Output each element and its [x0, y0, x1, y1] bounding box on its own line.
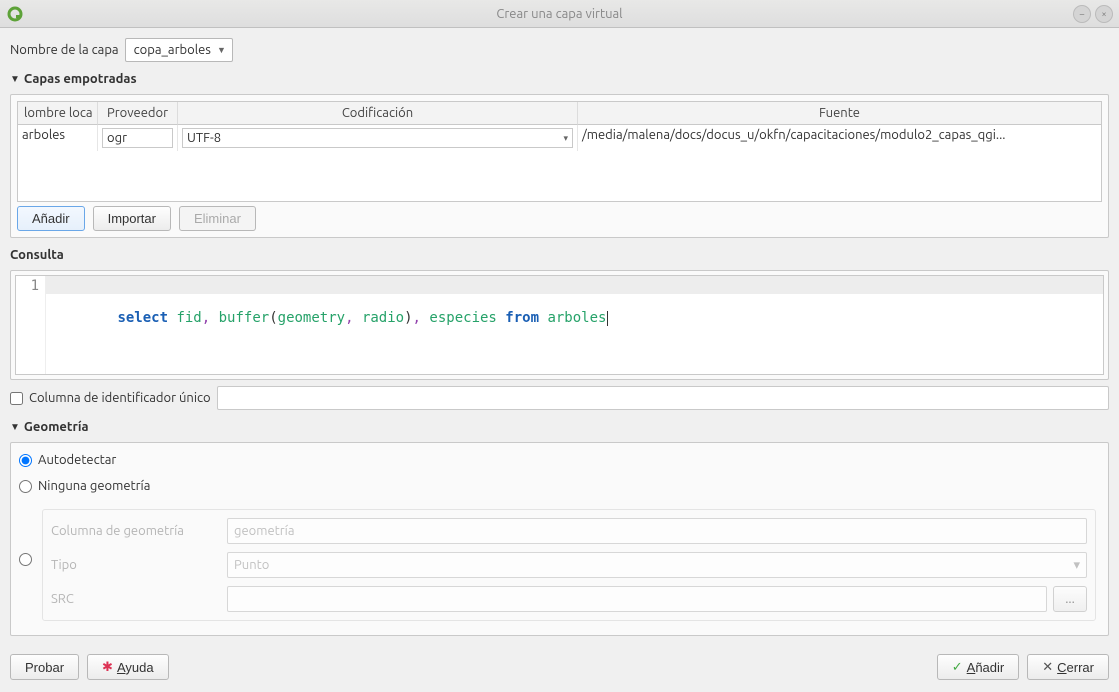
uid-column-row: Columna de identificador único: [10, 386, 1109, 410]
table-empty-area: [18, 151, 1101, 201]
geom-manual-row: Columna de geometría geometría Tipo Punt…: [17, 501, 1102, 629]
geometry-panel: Autodetectar Ninguna geometría Columna d…: [10, 442, 1109, 636]
help-button[interactable]: ✱ Ayuda: [87, 654, 169, 680]
dialog-footer: Probar ✱ Ayuda ✓ Añadir ✕ Cerrar: [0, 646, 1119, 690]
geom-crs-input[interactable]: [227, 586, 1047, 612]
geom-type-label: Tipo: [51, 558, 221, 572]
geom-crs-label: SRC: [51, 592, 221, 606]
add-layer-button[interactable]: Añadir: [17, 206, 85, 231]
layer-name-label: Nombre de la capa: [10, 43, 119, 57]
uid-column-checkbox[interactable]: [10, 392, 23, 405]
geom-column-row: Columna de geometría geometría: [51, 518, 1087, 544]
encoding-combo[interactable]: UTF-8 ▾: [182, 128, 573, 148]
embedded-layers-panel: lombre loca Proveedor Codificación Fuent…: [10, 94, 1109, 238]
close-button[interactable]: ✕ Cerrar: [1027, 654, 1109, 680]
geom-type-row: Tipo Punto ▾: [51, 552, 1087, 578]
cell-source[interactable]: /media/malena/docs/docus_u/okfn/capacita…: [578, 125, 1101, 151]
text-cursor: [607, 311, 608, 326]
geometry-header[interactable]: ▼ Geometría: [10, 416, 1109, 436]
table-row[interactable]: arboles ogr UTF-8 ▾ /media/malena/docs/d…: [18, 125, 1101, 151]
cell-name[interactable]: arboles: [18, 125, 98, 151]
triangle-down-icon: ▼: [10, 73, 20, 85]
help-icon: ✱: [102, 659, 113, 675]
th-encoding[interactable]: Codificación: [178, 102, 578, 125]
chevron-down-icon: ▼: [217, 45, 226, 55]
geom-none-row: Ninguna geometría: [17, 475, 1102, 497]
titlebar: Crear una capa virtual – ×: [0, 0, 1119, 28]
geom-none-radio[interactable]: [19, 480, 32, 493]
geom-type-combo[interactable]: Punto ▾: [227, 552, 1087, 578]
layer-name-combo[interactable]: copa_arboles ▼: [125, 38, 233, 62]
geom-autodetect-row: Autodetectar: [17, 449, 1102, 471]
window-title: Crear una capa virtual: [0, 7, 1119, 21]
geom-crs-row: SRC ...: [51, 586, 1087, 612]
query-panel: 1 select fid, buffer(geometry, radio), e…: [10, 270, 1109, 380]
chevron-down-icon: ▾: [1073, 558, 1080, 573]
check-icon: ✓: [952, 659, 963, 675]
geom-none-label: Ninguna geometría: [38, 479, 150, 493]
uid-column-input[interactable]: [217, 386, 1109, 410]
geom-autodetect-radio[interactable]: [19, 454, 32, 467]
import-layer-button[interactable]: Importar: [93, 206, 171, 231]
embedded-layers-table: lombre loca Proveedor Codificación Fuent…: [17, 101, 1102, 202]
triangle-down-icon: ▼: [10, 421, 20, 433]
geom-crs-browse-button[interactable]: ...: [1053, 586, 1087, 612]
sql-code[interactable]: select fid, buffer(geometry, radio), esp…: [46, 276, 1103, 374]
geom-column-label: Columna de geometría: [51, 524, 221, 538]
delete-layer-button: Eliminar: [179, 206, 256, 231]
table-header-row: lombre loca Proveedor Codificación Fuent…: [18, 102, 1101, 125]
uid-column-label: Columna de identificador único: [29, 391, 211, 405]
geometry-label: Geometría: [24, 420, 89, 434]
sql-editor[interactable]: 1 select fid, buffer(geometry, radio), e…: [15, 275, 1104, 375]
test-button[interactable]: Probar: [10, 654, 79, 680]
th-local-name[interactable]: lombre loca: [18, 102, 98, 125]
close-icon: ✕: [1042, 659, 1053, 675]
th-source[interactable]: Fuente: [578, 102, 1101, 125]
geom-manual-sub: Columna de geometría geometría Tipo Punt…: [42, 509, 1096, 621]
provider-combo[interactable]: ogr: [102, 128, 173, 148]
chevron-down-icon: ▾: [563, 133, 568, 144]
th-provider[interactable]: Proveedor: [98, 102, 178, 125]
line-gutter: 1: [16, 276, 46, 374]
current-line-highlight: [46, 276, 1103, 294]
geom-autodetect-label: Autodetectar: [38, 453, 116, 467]
embedded-layers-buttons: Añadir Importar Eliminar: [17, 206, 1102, 231]
embedded-layers-header[interactable]: ▼ Capas empotradas: [10, 68, 1109, 88]
geom-manual-radio[interactable]: [19, 553, 32, 566]
cell-encoding[interactable]: UTF-8 ▾: [178, 125, 578, 151]
query-heading: Consulta: [10, 244, 1109, 264]
geom-column-input[interactable]: geometría: [227, 518, 1087, 544]
cell-provider[interactable]: ogr: [98, 125, 178, 151]
layer-name-row: Nombre de la capa copa_arboles ▼: [10, 38, 1109, 62]
embedded-layers-label: Capas empotradas: [24, 72, 137, 86]
layer-name-value: copa_arboles: [134, 43, 211, 57]
add-button[interactable]: ✓ Añadir: [937, 654, 1020, 680]
